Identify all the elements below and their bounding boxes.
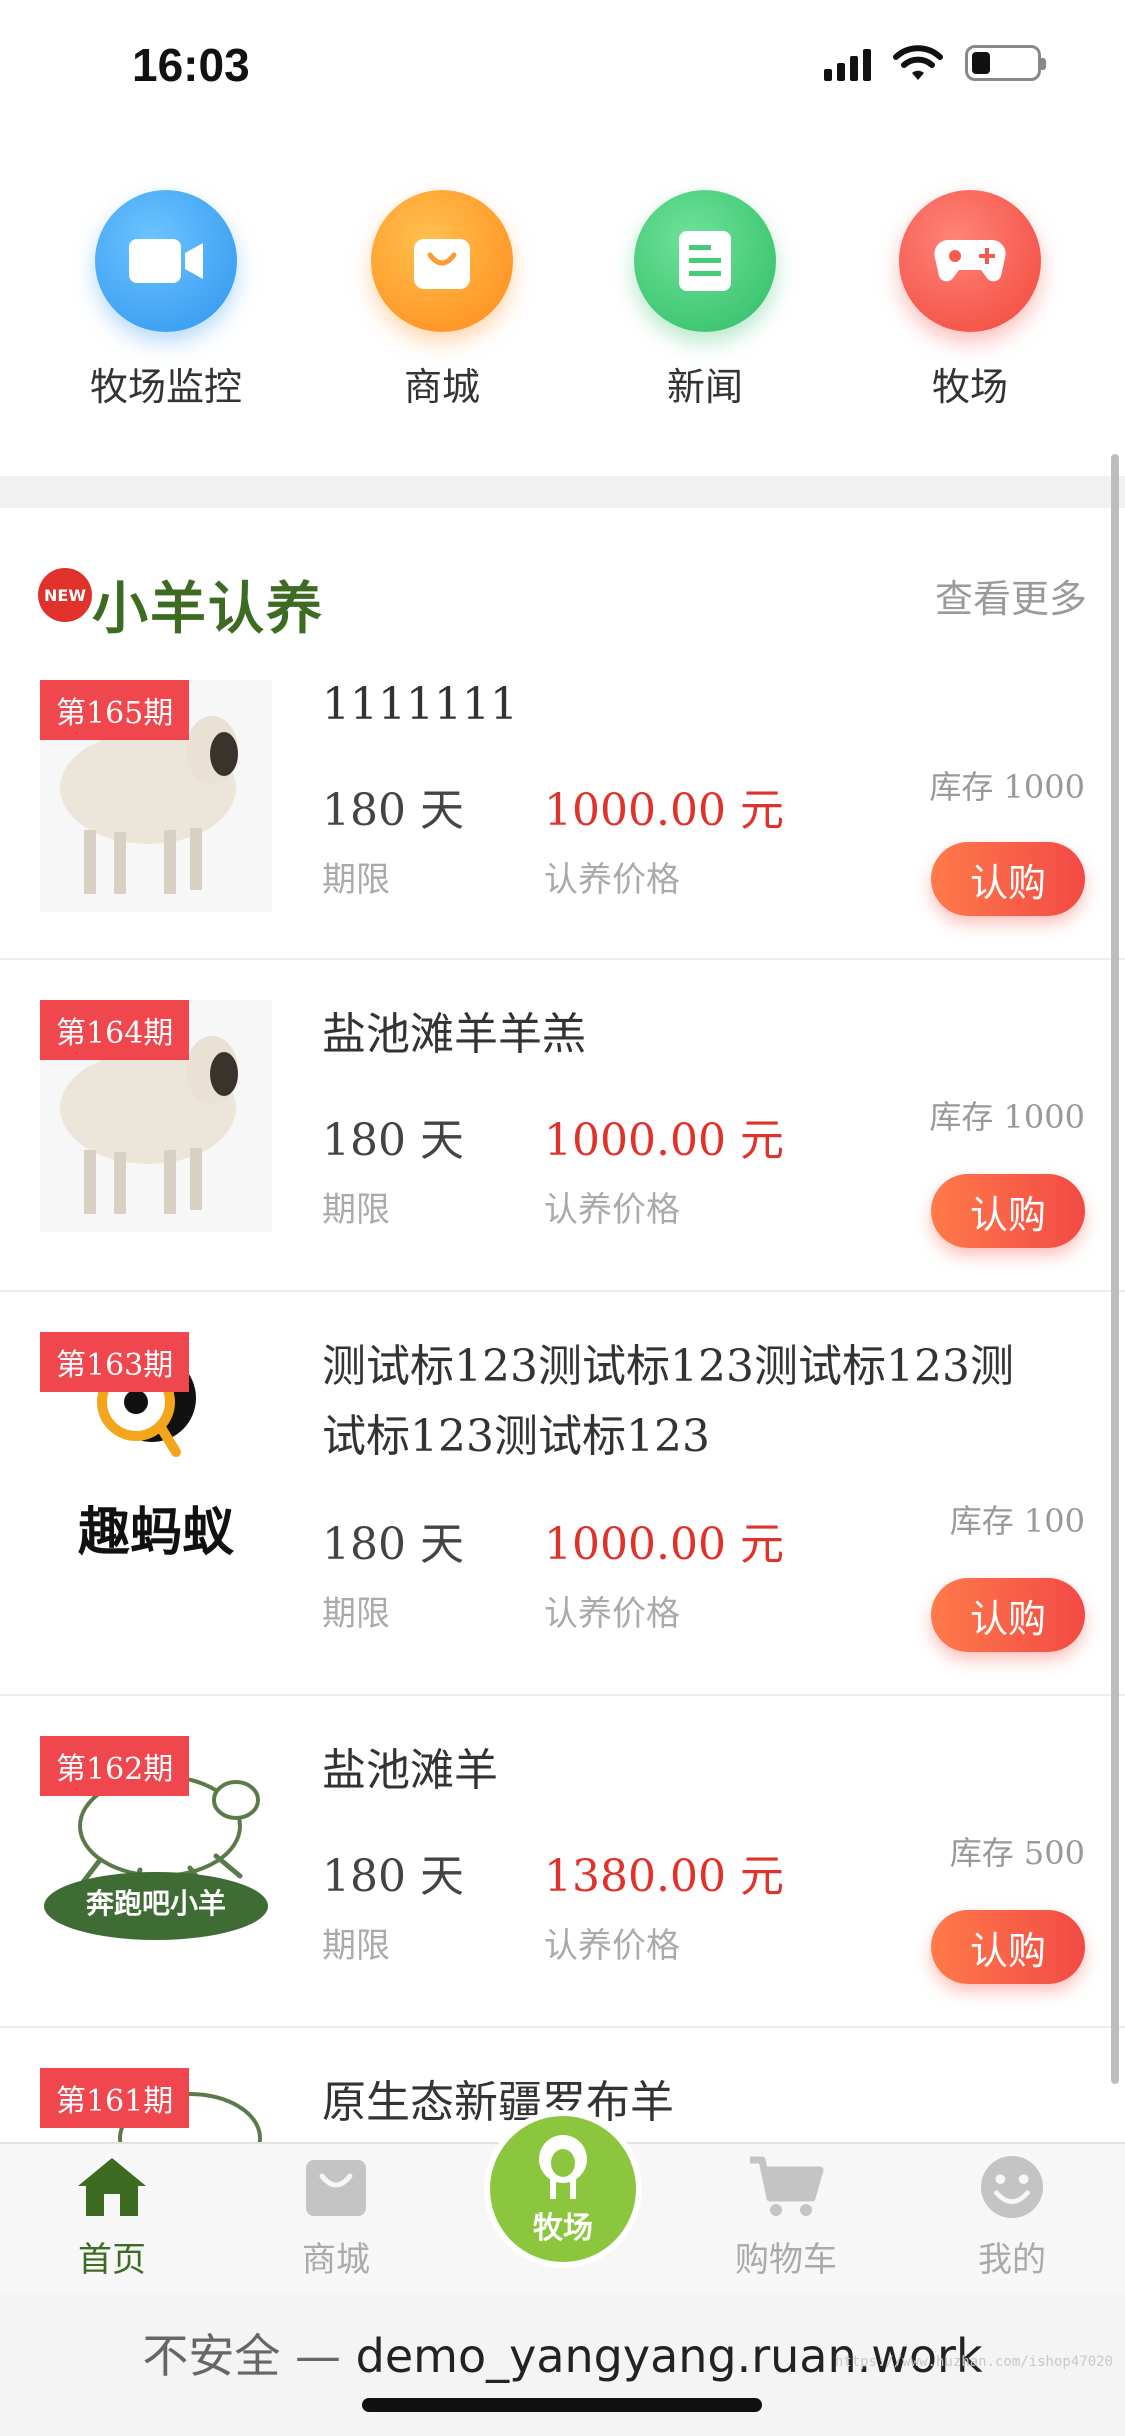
- product-item[interactable]: 奔跑吧小羊 第162期 盐池滩羊 180 天 1380.00 元 期限 认养价格…: [0, 1696, 1125, 2028]
- price-label: 认养价格: [544, 1190, 680, 1230]
- status-bar: 16:03: [0, 0, 1125, 130]
- price-label: 认养价格: [544, 860, 680, 900]
- tab-label: 首页: [78, 2240, 146, 2280]
- period-tag: 第163期: [40, 1332, 190, 1392]
- smiley-face-icon: [980, 2155, 1044, 2219]
- product-item[interactable]: 趣蚂蚁 第163期 测试标123测试标123测试标123测试标123测试标123…: [0, 1292, 1125, 1696]
- product-title: 1111111: [322, 679, 518, 730]
- product-price: 1000.00 元: [544, 785, 784, 836]
- wifi-icon: [893, 45, 943, 80]
- product-price: 1000.00 元: [544, 1519, 784, 1570]
- logo-text: 趣蚂蚁: [77, 1503, 234, 1563]
- period-tag: 第165期: [40, 680, 190, 740]
- home-icon: [78, 2158, 146, 2216]
- product-price: 1380.00 元: [544, 1851, 784, 1902]
- product-price: 1000.00 元: [544, 1115, 784, 1166]
- tab-label: 商城: [302, 2240, 370, 2280]
- tab-cart[interactable]: 购物车: [706, 2154, 866, 2281]
- days-label: 期限: [322, 1926, 390, 1966]
- video-camera-icon: [95, 190, 237, 332]
- shopping-bag-icon: [306, 2160, 366, 2216]
- quick-nav-shop[interactable]: 商城: [322, 190, 562, 411]
- product-title: 盐池滩羊: [322, 1745, 498, 1796]
- product-title: 原生态新疆罗布羊: [322, 2077, 674, 2128]
- product-stock: 库存 1000: [929, 768, 1085, 806]
- product-title: 盐池滩羊羊羔: [322, 1009, 586, 1060]
- quick-nav-ranch[interactable]: 牧场: [850, 190, 1090, 411]
- watermark: https://www.huzhan.com/ishop47020: [834, 2354, 1113, 2370]
- product-item[interactable]: 第165期 1111111 180 天 1000.00 元 期限 认养价格 库存…: [0, 658, 1125, 960]
- section-title: 小羊认养: [92, 576, 324, 642]
- view-more-link[interactable]: 查看更多: [935, 568, 1087, 623]
- logo-text: 奔跑吧小羊: [85, 1887, 226, 1920]
- period-tag: 第161期: [40, 2068, 190, 2128]
- days-label: 期限: [322, 1594, 390, 1634]
- subscribe-button[interactable]: 认购: [931, 1910, 1085, 1984]
- product-stock: 库存 1000: [929, 1098, 1085, 1136]
- quick-nav-label: 商城: [403, 365, 480, 409]
- section-divider: [0, 476, 1125, 508]
- product-title: 测试标123测试标123测试标123测试标123测试标123: [322, 1341, 1014, 1462]
- quick-nav-label: 牧场: [931, 365, 1008, 409]
- sheep-icon: [539, 2135, 587, 2199]
- product-item[interactable]: 第164期 盐池滩羊羊羔 180 天 1000.00 元 期限 认养价格 库存 …: [0, 960, 1125, 1292]
- tab-label: 我的: [978, 2240, 1046, 2280]
- tab-home[interactable]: 首页: [32, 2154, 192, 2281]
- news-document-icon: [634, 190, 776, 332]
- period-tag: 第164期: [40, 1000, 190, 1060]
- adoption-section-header: NEW 小羊认养 查看更多: [0, 508, 1125, 658]
- period-tag: 第162期: [40, 1736, 190, 1796]
- days-label: 期限: [322, 860, 390, 900]
- subscribe-button[interactable]: 认购: [931, 842, 1085, 916]
- quick-nav-label: 牧场监控: [89, 365, 242, 409]
- product-days: 180 天: [322, 785, 464, 836]
- subscribe-button[interactable]: 认购: [931, 1578, 1085, 1652]
- status-time: 16:03: [132, 39, 250, 91]
- tab-label: 牧场: [533, 2211, 593, 2246]
- url-text[interactable]: 不安全 — demo_yangyang.ruan.work: [0, 2320, 1125, 2386]
- cellular-signal-icon: [824, 45, 871, 81]
- days-label: 期限: [322, 1190, 390, 1230]
- quick-nav: 牧场监控 商城 新闻 牧场: [0, 190, 1125, 420]
- scrollbar[interactable]: [1111, 454, 1119, 2084]
- quick-nav-news[interactable]: 新闻: [585, 190, 825, 411]
- tab-mine[interactable]: 我的: [932, 2154, 1092, 2281]
- price-label: 认养价格: [544, 1926, 680, 1966]
- product-days: 180 天: [322, 1519, 464, 1570]
- quick-nav-label: 新闻: [666, 365, 743, 409]
- battery-icon: [965, 45, 1046, 81]
- gamepad-icon: [899, 190, 1041, 332]
- status-icons: [824, 44, 1046, 82]
- shopping-cart-icon: [750, 2156, 824, 2216]
- tab-bar: 首页 商城 牧场 购物车 我的: [0, 2110, 1125, 2294]
- product-days: 180 天: [322, 1115, 464, 1166]
- quick-nav-farm-monitor[interactable]: 牧场监控: [46, 190, 286, 411]
- insecure-label: 不安全 —: [142, 2329, 356, 2383]
- tab-ranch[interactable]: 牧场: [484, 2110, 642, 2268]
- new-badge: NEW: [38, 568, 92, 622]
- tab-ranch-circle: 牧场: [490, 2116, 636, 2262]
- home-indicator[interactable]: [362, 2398, 762, 2412]
- product-stock: 库存 100: [949, 1502, 1085, 1540]
- tab-label: 购物车: [735, 2240, 837, 2280]
- product-days: 180 天: [322, 1851, 464, 1902]
- browser-url-bar[interactable]: 不安全 — demo_yangyang.ruan.work https://ww…: [0, 2294, 1125, 2436]
- tab-shop[interactable]: 商城: [256, 2154, 416, 2281]
- shopping-bag-icon: [371, 190, 513, 332]
- subscribe-button[interactable]: 认购: [931, 1174, 1085, 1248]
- price-label: 认养价格: [544, 1594, 680, 1634]
- product-stock: 库存 500: [949, 1834, 1085, 1872]
